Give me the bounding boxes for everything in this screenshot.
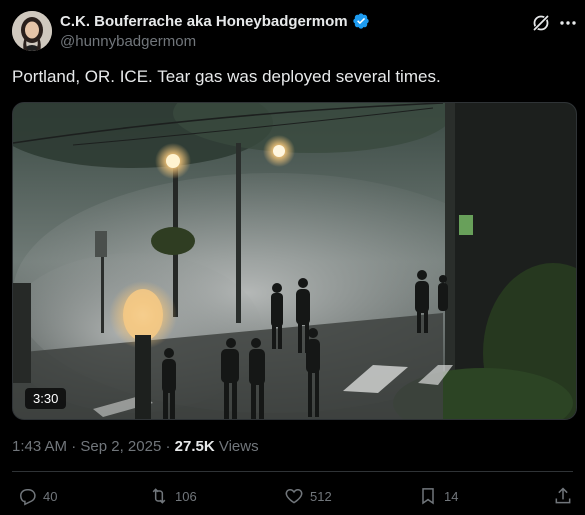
reply-icon xyxy=(19,489,36,506)
more-icon[interactable] xyxy=(558,13,578,33)
like-count: 512 xyxy=(310,488,332,504)
repost-count: 106 xyxy=(175,488,197,504)
bookmark-count: 14 xyxy=(444,488,459,504)
author-handle[interactable]: @hunnybadgermom xyxy=(60,33,196,50)
grok-icon[interactable] xyxy=(531,13,551,33)
author-name[interactable]: C.K. Bouferrache aka Honeybadgermom xyxy=(60,12,370,30)
views-count: 27.5K xyxy=(174,438,215,455)
bookmark-icon xyxy=(422,488,434,505)
tweet-meta: 1:43 AM · Sep 2, 2025 · 27.5K Views xyxy=(12,438,259,455)
repost-icon xyxy=(152,488,166,504)
like-button[interactable]: 512 xyxy=(284,486,332,506)
avatar[interactable] xyxy=(12,11,52,51)
share-button[interactable] xyxy=(553,486,573,506)
reply-button[interactable]: 40 xyxy=(17,486,57,506)
meta-separator: · xyxy=(71,438,77,455)
verified-badge-icon[interactable] xyxy=(352,12,370,30)
share-icon xyxy=(555,487,571,504)
repost-button[interactable]: 106 xyxy=(149,486,197,506)
views-label: Views xyxy=(218,438,259,455)
bookmark-button[interactable]: 14 xyxy=(418,486,458,506)
divider xyxy=(12,471,573,472)
like-icon xyxy=(285,488,303,504)
tweet-time[interactable]: 1:43 AM xyxy=(12,438,67,455)
tweet-text: Portland, OR. ICE. Tear gas was deployed… xyxy=(12,67,441,86)
video-player[interactable]: 3:30 xyxy=(12,102,577,420)
author-display-name[interactable]: C.K. Bouferrache aka Honeybadgermom xyxy=(60,13,348,30)
tweet-date[interactable]: Sep 2, 2025 xyxy=(80,438,161,455)
video-thumbnail xyxy=(13,103,576,419)
meta-separator: · xyxy=(165,438,171,455)
video-duration-badge: 3:30 xyxy=(25,388,67,409)
reply-count: 40 xyxy=(43,488,58,504)
